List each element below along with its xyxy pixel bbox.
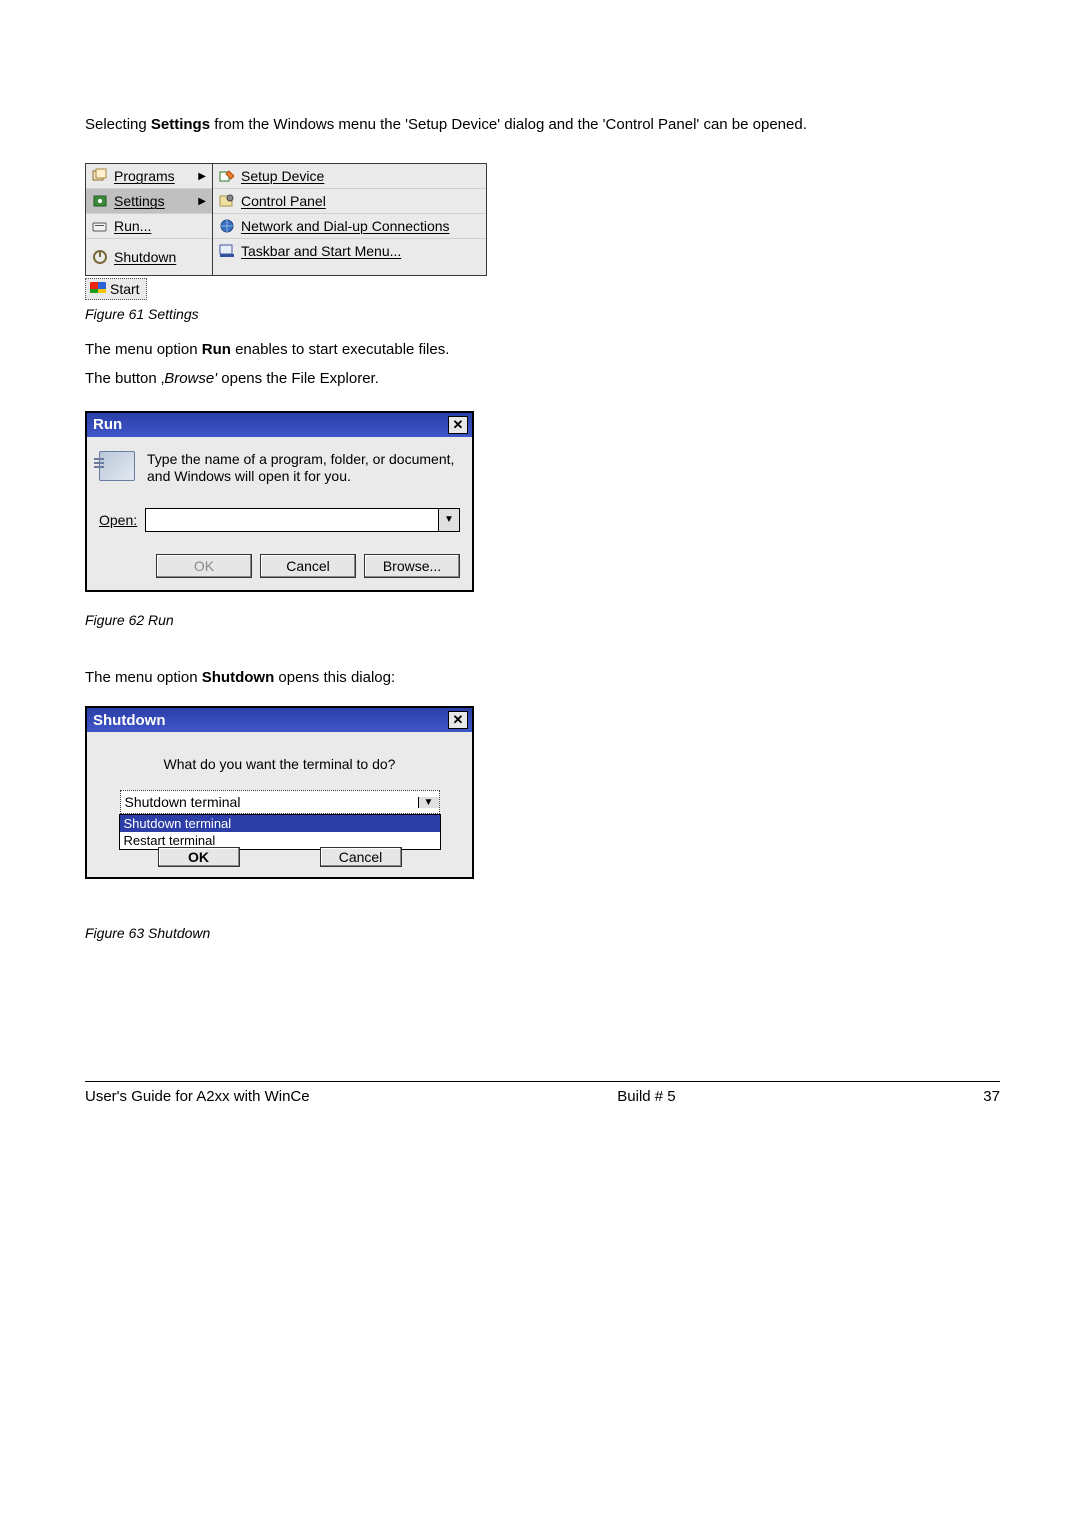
ok-button[interactable]: OK [156, 554, 252, 578]
para-run-pre: The menu option [85, 341, 202, 358]
para-browse-pre: The button ‚ [85, 370, 164, 387]
run-icon [92, 218, 108, 234]
submenu-item-setup-device[interactable]: Setup Device [213, 164, 486, 189]
start-button-label: Start [110, 281, 140, 297]
run-dialog-titlebar[interactable]: Run ✕ [87, 413, 472, 437]
footer-left: User's Guide for A2xx with WinCe [85, 1088, 310, 1105]
shutdown-icon [92, 249, 108, 265]
control-panel-icon [219, 193, 235, 209]
menu-label-programs: Programs [114, 168, 175, 184]
footer-right: 37 [983, 1088, 1000, 1105]
figure-61-settings: Programs ▶ Settings ▶ Run... [85, 163, 1000, 300]
ok-button[interactable]: OK [158, 847, 240, 867]
menu-label-shutdown: Shutdown [114, 249, 176, 265]
para-shutdown: The menu option Shutdown opens this dial… [85, 668, 1000, 688]
close-button[interactable]: ✕ [448, 711, 468, 729]
browse-button[interactable]: Browse... [364, 554, 460, 578]
para-browse-post: opens the File Explorer. [217, 370, 379, 387]
para-run-bold: Run [202, 341, 231, 358]
figure-63-caption: Figure 63 Shutdown [85, 925, 1000, 941]
menu-item-programs[interactable]: Programs ▶ [86, 164, 212, 189]
setup-device-icon [219, 168, 235, 184]
intro-paragraph: Selecting Settings from the Windows menu… [85, 115, 1000, 135]
run-dialog: Run ✕ Type the name of a program, folder… [85, 411, 474, 592]
para-shutdown-post: opens this dialog: [274, 669, 395, 686]
settings-icon [92, 193, 108, 209]
run-dialog-icon [99, 451, 135, 481]
menu-item-settings[interactable]: Settings ▶ [86, 189, 212, 214]
para-browse: The button ‚Browse' opens the File Explo… [85, 369, 1000, 389]
run-open-input[interactable] [146, 509, 438, 531]
submenu-item-taskbar[interactable]: Taskbar and Start Menu... [213, 239, 486, 263]
intro-post: from the Windows menu the 'Setup Device'… [210, 116, 807, 133]
para-run: The menu option Run enables to start exe… [85, 340, 1000, 360]
run-dialog-title: Run [93, 416, 122, 433]
network-icon [219, 218, 235, 234]
submenu-arrow-icon: ▶ [198, 171, 206, 182]
shutdown-dialog-title: Shutdown [93, 712, 165, 729]
start-menu-right-column: Setup Device Control Panel Network and D… [213, 164, 486, 275]
menu-label-settings: Settings [114, 193, 165, 209]
submenu-label-setup-device: Setup Device [241, 168, 324, 184]
intro-pre: Selecting [85, 116, 151, 133]
start-menu: Programs ▶ Settings ▶ Run... [85, 163, 487, 276]
cancel-button[interactable]: Cancel [320, 847, 402, 867]
run-open-combobox[interactable]: ▼ [145, 508, 460, 532]
submenu-item-control-panel[interactable]: Control Panel [213, 189, 486, 214]
chevron-down-icon[interactable]: ▼ [418, 797, 439, 808]
chevron-down-icon[interactable]: ▼ [438, 509, 459, 531]
shutdown-dialog: Shutdown ✕ What do you want the terminal… [85, 706, 474, 879]
figure-62-caption: Figure 62 Run [85, 612, 1000, 628]
cancel-button[interactable]: Cancel [260, 554, 356, 578]
submenu-item-network[interactable]: Network and Dial-up Connections [213, 214, 486, 239]
shutdown-combobox[interactable]: Shutdown terminal ▼ [120, 790, 440, 814]
run-dialog-prompt: Type the name of a program, folder, or d… [147, 451, 460, 486]
windows-flag-icon [90, 282, 106, 296]
shutdown-dropdown-list: Shutdown terminal Restart terminal [119, 814, 441, 850]
taskbar-icon [219, 243, 235, 259]
submenu-arrow-icon: ▶ [198, 196, 206, 207]
menu-item-shutdown[interactable]: Shutdown [86, 239, 212, 275]
page-footer: User's Guide for A2xx with WinCe Build #… [85, 1082, 1000, 1105]
menu-item-run[interactable]: Run... [86, 214, 212, 239]
run-open-label: Open: [99, 512, 137, 528]
para-browse-italic: Browse' [164, 370, 217, 387]
intro-bold: Settings [151, 116, 210, 133]
para-shutdown-bold: Shutdown [202, 669, 274, 686]
menu-label-run: Run... [114, 218, 151, 234]
shutdown-dialog-titlebar[interactable]: Shutdown ✕ [87, 708, 472, 732]
footer-center: Build # 5 [617, 1088, 675, 1105]
start-button[interactable]: Start [85, 278, 147, 300]
shutdown-option-shutdown[interactable]: Shutdown terminal [120, 815, 440, 832]
programs-icon [92, 168, 108, 184]
para-run-post: enables to start executable files. [231, 341, 449, 358]
close-button[interactable]: ✕ [448, 416, 468, 434]
figure-61-caption: Figure 61 Settings [85, 306, 1000, 322]
submenu-label-network: Network and Dial-up Connections [241, 218, 450, 234]
submenu-label-control-panel: Control Panel [241, 193, 326, 209]
start-menu-left-column: Programs ▶ Settings ▶ Run... [86, 164, 213, 275]
para-shutdown-pre: The menu option [85, 669, 202, 686]
shutdown-dialog-question: What do you want the terminal to do? [105, 756, 454, 772]
shutdown-combobox-value: Shutdown terminal [125, 794, 241, 810]
submenu-label-taskbar: Taskbar and Start Menu... [241, 243, 401, 259]
